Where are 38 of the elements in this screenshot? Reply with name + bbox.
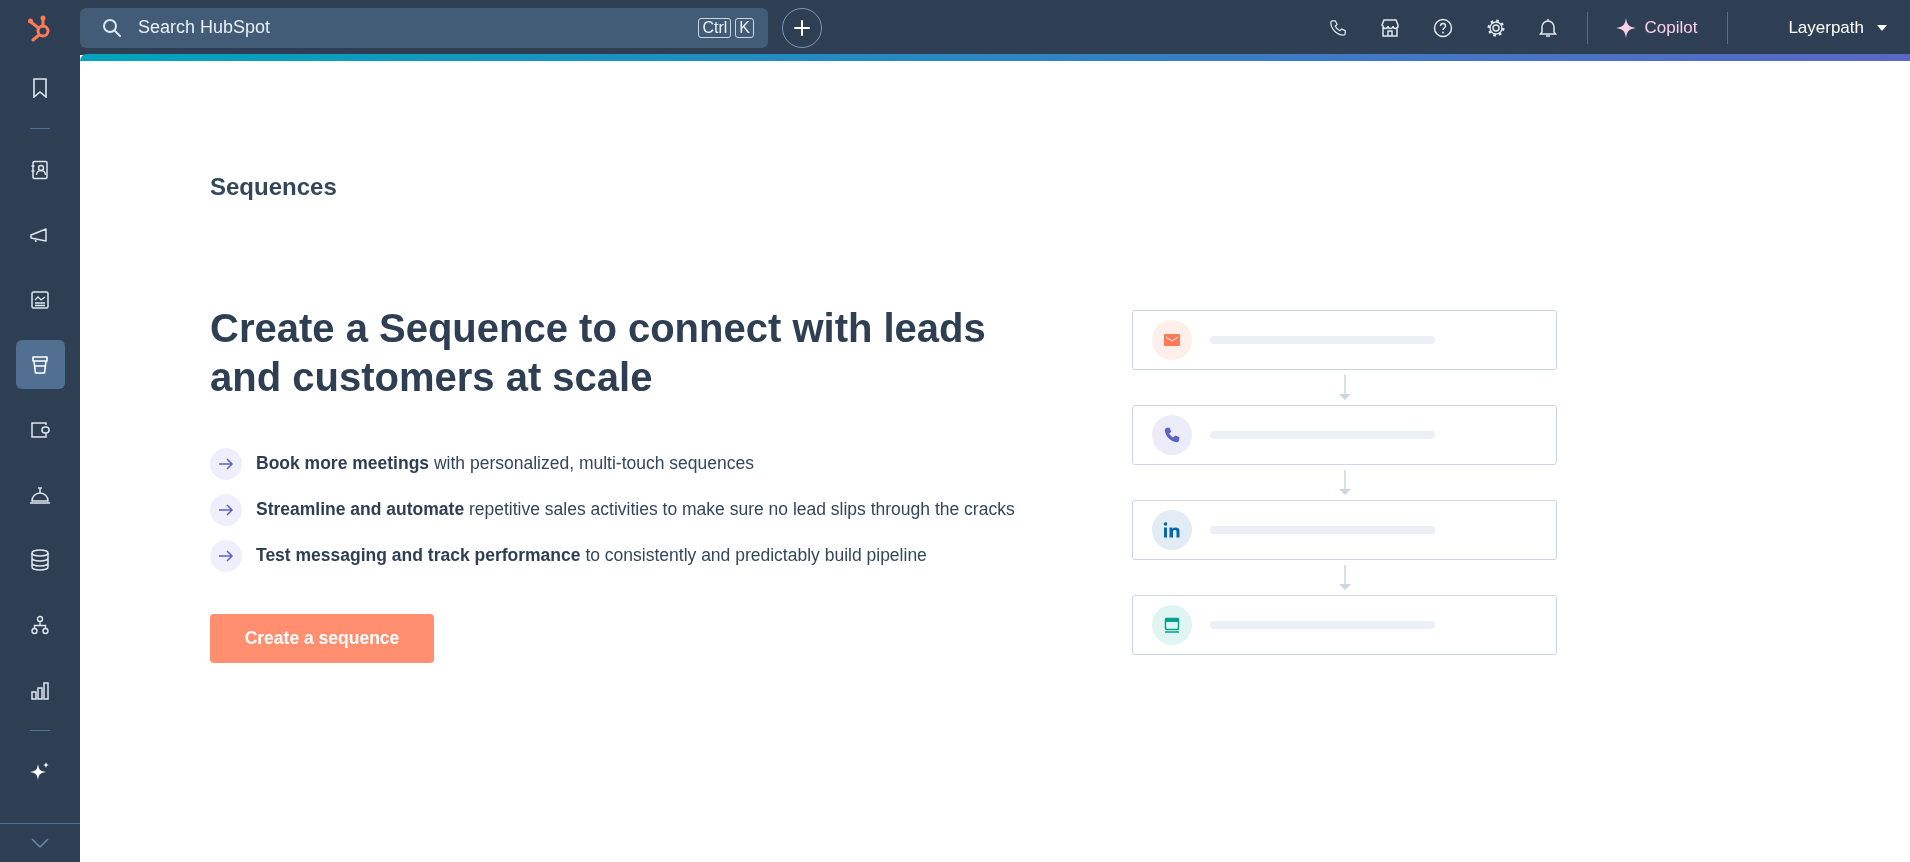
- copilot-button[interactable]: Copilot: [1616, 17, 1698, 38]
- contact-card-icon: [30, 159, 50, 180]
- document-icon: [30, 289, 50, 310]
- page-title: Sequences: [210, 173, 338, 201]
- cup-icon: [30, 354, 50, 375]
- help-icon[interactable]: [1433, 17, 1454, 38]
- search-icon: [102, 17, 122, 38]
- bookmark-icon: [32, 77, 48, 98]
- sparkle-icon: [1616, 17, 1637, 38]
- calendar-icon: [1164, 617, 1180, 633]
- linkedin-icon: [1163, 522, 1181, 538]
- phone-icon[interactable]: [1329, 18, 1348, 37]
- arrow-down-icon: [1337, 470, 1352, 496]
- plus-icon: [794, 19, 810, 36]
- headline: Create a Sequence to connect with leads and customers at scale: [210, 305, 987, 401]
- wallet-icon: [29, 419, 51, 440]
- search-input[interactable]: Search HubSpot: [136, 16, 685, 39]
- shortcut-key: K: [735, 17, 754, 38]
- caret-icon: [1876, 23, 1888, 32]
- benefit-text: Streamline and automate repetitive sales activities to make sure no lead slips through the cracks: [256, 498, 1015, 521]
- settings-icon[interactable]: [1486, 17, 1507, 38]
- service-bell-icon: [29, 484, 51, 505]
- chevron-down-icon[interactable]: [31, 838, 49, 848]
- benefit-text: Book more meetings with personalized, multi-touch sequences: [256, 452, 754, 475]
- search-field[interactable]: Search HubSpot Ctrl K: [80, 7, 768, 48]
- hierarchy-icon: [30, 614, 50, 635]
- envelope-icon: [1164, 334, 1180, 346]
- notifications-icon[interactable]: [1539, 17, 1558, 38]
- shortcut-key: Ctrl: [698, 17, 732, 38]
- arrow-down-icon: [1337, 375, 1352, 401]
- nav-item[interactable]: [15, 340, 65, 389]
- bar-chart-icon: [30, 679, 50, 700]
- marketplace-icon[interactable]: [1380, 17, 1401, 38]
- phone-icon: [1164, 427, 1180, 443]
- account-menu[interactable]: Layerpath: [1788, 17, 1888, 38]
- benefit-text: Test messaging and track performance to consistently and predictably build pipeline: [256, 544, 927, 567]
- arrow-down-icon: [1337, 565, 1352, 591]
- database-icon: [30, 548, 50, 571]
